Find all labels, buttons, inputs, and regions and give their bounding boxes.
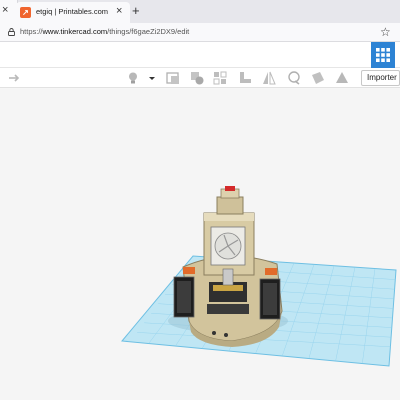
shapes-icon[interactable] (190, 71, 204, 85)
editor-toolbar: Importer (0, 68, 400, 88)
workplane-icon[interactable] (238, 71, 252, 85)
notes-icon[interactable] (311, 71, 325, 85)
lightbulb-icon[interactable] (126, 71, 140, 85)
importer-button[interactable]: Importer (361, 70, 400, 86)
close-icon[interactable]: × (116, 5, 122, 17)
grid-menu-button[interactable] (371, 42, 395, 68)
tab-strip: × ↗ etgiq | Printables.com × + (0, 0, 400, 23)
close-icon[interactable]: × (2, 4, 8, 16)
scene (121, 186, 397, 367)
redo-icon[interactable] (8, 73, 20, 83)
ruler-icon[interactable] (287, 71, 301, 85)
url-text[interactable]: https://www.tinkercad.com/things/f6gaeZi… (20, 27, 189, 36)
group-icon[interactable] (335, 71, 349, 85)
tinkercad-header (0, 42, 400, 68)
printables-icon: ↗ (20, 7, 31, 18)
address-bar[interactable]: https://www.tinkercad.com/things/f6gaeZi… (0, 23, 400, 42)
grid-menu-icon (376, 48, 390, 62)
url-host: www.tinkercad.com (42, 27, 108, 36)
align-icon[interactable] (213, 71, 227, 85)
3d-model[interactable] (168, 186, 288, 347)
mirror-icon[interactable] (262, 71, 276, 85)
tab-title: etgiq | Printables.com (36, 7, 108, 16)
dropdown-arrow-icon[interactable] (147, 71, 157, 85)
workplane-viewport[interactable] (0, 89, 400, 400)
browser-tab[interactable]: ↗ etgiq | Printables.com × (16, 2, 130, 23)
browser-window: × ↗ etgiq | Printables.com × + https://w… (0, 0, 400, 400)
url-path: /things/f6gaeZi2DX9/edit (107, 27, 190, 36)
new-tab-button[interactable]: + (132, 3, 140, 18)
star-icon[interactable]: ☆ (380, 25, 391, 39)
url-scheme: https:// (20, 27, 43, 36)
lock-icon (8, 28, 15, 36)
view-icon[interactable] (166, 71, 180, 85)
